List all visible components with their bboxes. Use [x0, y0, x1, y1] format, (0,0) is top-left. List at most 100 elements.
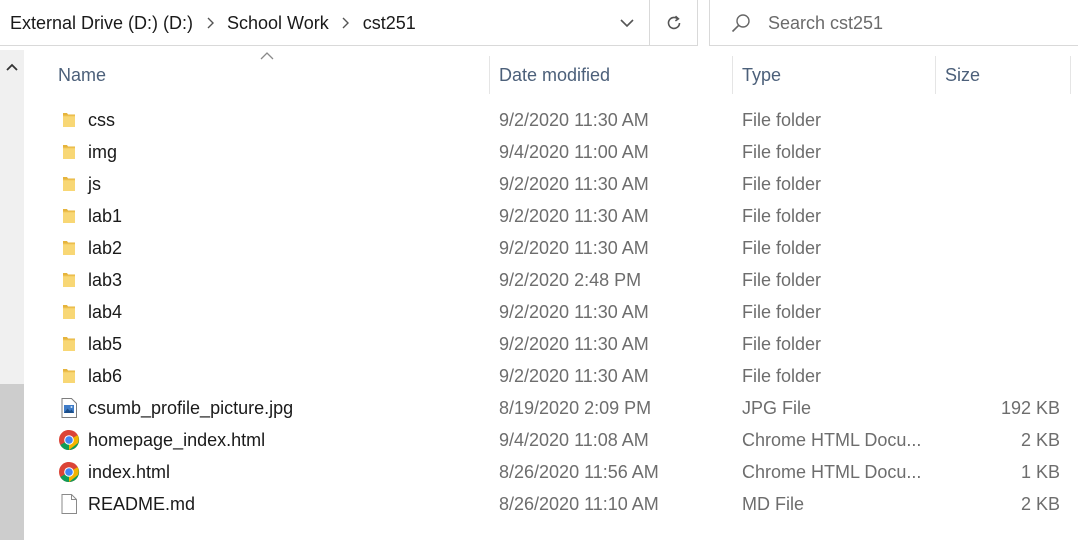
file-name: homepage_index.html [88, 429, 266, 450]
folder-icon [58, 328, 80, 360]
breadcrumb-chevron-icon[interactable] [331, 17, 361, 29]
file-name: README.md [88, 493, 196, 514]
document-icon [58, 488, 80, 520]
file-name: js [88, 173, 101, 194]
list-item[interactable]: homepage_index.html 9/4/2020 11:08 AM Ch… [0, 424, 1078, 456]
list-item[interactable]: css 9/2/2020 11:30 AM File folder [0, 104, 1078, 136]
search-icon [731, 14, 750, 33]
file-type: File folder [742, 109, 822, 130]
file-size: 192 KB [1000, 397, 1060, 418]
file-date-modified: 9/2/2020 11:30 AM [499, 365, 649, 386]
file-type: File folder [742, 205, 822, 226]
file-name: index.html [88, 461, 171, 482]
file-type: Chrome HTML Docu... [742, 461, 922, 482]
file-size: 1 KB [1020, 461, 1060, 482]
column-header-name[interactable]: Name [50, 56, 490, 94]
file-name: csumb_profile_picture.jpg [88, 397, 294, 418]
file-date-modified: 9/2/2020 2:48 PM [499, 269, 642, 290]
file-date-modified: 9/2/2020 11:30 AM [499, 173, 649, 194]
scroll-up-button[interactable] [0, 50, 24, 84]
file-date-modified: 9/2/2020 11:30 AM [499, 333, 649, 354]
list-item[interactable]: README.md 8/26/2020 11:10 AM MD File 2 K… [0, 488, 1078, 520]
file-type: MD File [742, 493, 804, 514]
column-header-size-label: Size [945, 64, 981, 85]
file-name: lab4 [88, 301, 123, 322]
file-size [940, 104, 1060, 136]
file-size [940, 264, 1060, 296]
file-list: css 9/2/2020 11:30 AM File folder img 9/… [0, 104, 1078, 520]
folder-icon [58, 136, 80, 168]
chrome-icon [58, 424, 80, 456]
file-size [940, 232, 1060, 264]
file-date-modified: 9/4/2020 11:08 AM [499, 429, 649, 450]
file-name: lab2 [88, 237, 123, 258]
column-header-date-label: Date modified [499, 64, 611, 85]
file-size [940, 328, 1060, 360]
address-bar[interactable]: External Drive (D:) (D:) School Work cst… [0, 0, 698, 46]
list-item[interactable]: js 9/2/2020 11:30 AM File folder [0, 168, 1078, 200]
list-item[interactable]: lab4 9/2/2020 11:30 AM File folder [0, 296, 1078, 328]
folder-icon [58, 168, 80, 200]
breadcrumb-chevron-icon[interactable] [195, 17, 225, 29]
image-file-icon [58, 392, 80, 424]
file-date-modified: 8/19/2020 2:09 PM [499, 397, 652, 418]
list-item[interactable]: lab1 9/2/2020 11:30 AM File folder [0, 200, 1078, 232]
folder-icon [58, 360, 80, 392]
folder-icon [58, 200, 80, 232]
search-input[interactable] [768, 8, 1068, 38]
file-type: File folder [742, 237, 822, 258]
chrome-icon [58, 456, 80, 488]
list-item[interactable]: index.html 8/26/2020 11:56 AM Chrome HTM… [0, 456, 1078, 488]
list-item[interactable]: lab5 9/2/2020 11:30 AM File folder [0, 328, 1078, 360]
file-type: JPG File [742, 397, 812, 418]
folder-icon [58, 104, 80, 136]
file-size [940, 360, 1060, 392]
file-type: File folder [742, 269, 822, 290]
file-name: css [88, 109, 115, 130]
file-size [940, 200, 1060, 232]
breadcrumb-current-folder[interactable]: cst251 [361, 13, 418, 34]
column-header-type-label: Type [742, 64, 782, 85]
column-header-type[interactable]: Type [734, 56, 936, 94]
file-date-modified: 9/2/2020 11:30 AM [499, 301, 649, 322]
file-size [940, 136, 1060, 168]
refresh-button[interactable] [649, 0, 697, 46]
address-history-dropdown-button[interactable] [605, 0, 648, 46]
refresh-icon [667, 15, 680, 30]
search-box[interactable] [709, 0, 1078, 46]
breadcrumb-drive[interactable]: External Drive (D:) (D:) [8, 13, 195, 34]
list-item[interactable]: lab6 9/2/2020 11:30 AM File folder [0, 360, 1078, 392]
file-name: lab1 [88, 205, 123, 226]
list-item[interactable]: lab2 9/2/2020 11:30 AM File folder [0, 232, 1078, 264]
file-type: Chrome HTML Docu... [742, 429, 922, 450]
list-item[interactable]: img 9/4/2020 11:00 AM File folder [0, 136, 1078, 168]
file-date-modified: 9/2/2020 11:30 AM [499, 205, 649, 226]
file-date-modified: 8/26/2020 11:10 AM [499, 493, 659, 514]
file-name: lab3 [88, 269, 123, 290]
file-name: lab5 [88, 333, 123, 354]
file-date-modified: 9/4/2020 11:00 AM [499, 141, 649, 162]
column-header-date-modified[interactable]: Date modified [491, 56, 733, 94]
file-name: lab6 [88, 365, 123, 386]
file-size: 2 KB [1020, 429, 1060, 450]
file-size [940, 296, 1060, 328]
file-type: File folder [742, 365, 822, 386]
folder-icon [58, 296, 80, 328]
file-date-modified: 9/2/2020 11:30 AM [499, 237, 649, 258]
list-item[interactable]: lab3 9/2/2020 2:48 PM File folder [0, 264, 1078, 296]
chevron-up-icon [6, 63, 18, 71]
list-item[interactable]: csumb_profile_picture.jpg 8/19/2020 2:09… [0, 392, 1078, 424]
folder-icon [58, 232, 80, 264]
column-header-name-label: Name [58, 64, 107, 85]
file-size [940, 168, 1060, 200]
file-name: img [88, 141, 118, 162]
column-header-size[interactable]: Size [937, 56, 1071, 94]
file-type: File folder [742, 141, 822, 162]
chevron-down-icon [619, 18, 634, 27]
file-type: File folder [742, 333, 822, 354]
folder-icon [58, 264, 80, 296]
file-size: 2 KB [1020, 493, 1060, 514]
breadcrumb-school-work[interactable]: School Work [225, 13, 331, 34]
file-date-modified: 9/2/2020 11:30 AM [499, 109, 649, 130]
address-bar-row: External Drive (D:) (D:) School Work cst… [0, 0, 1078, 46]
